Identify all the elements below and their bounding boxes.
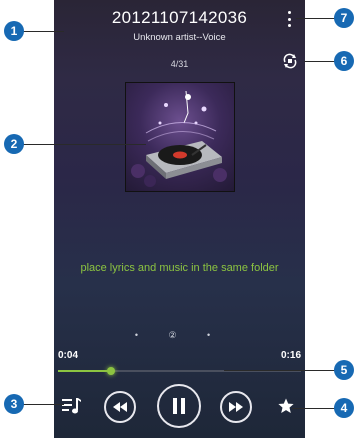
- callout-badge-7: 7: [334, 8, 354, 28]
- song-title: 20121107142036: [111, 8, 248, 27]
- playback-controls: [54, 384, 305, 428]
- previous-icon: [113, 402, 127, 412]
- previous-button[interactable]: [104, 391, 136, 423]
- callout-line-6: [304, 61, 338, 62]
- callout-line-7: [296, 18, 336, 19]
- total-time: 0:16: [280, 350, 301, 361]
- repeat-icon[interactable]: [282, 53, 298, 69]
- callout-badge-2: 2: [4, 134, 24, 154]
- callout-line-4: [292, 408, 338, 409]
- track-position: 4/31: [170, 59, 189, 69]
- play-pause-button[interactable]: [157, 384, 201, 428]
- star-icon[interactable]: [278, 398, 294, 414]
- music-player-screen: 20121107142036 Unknown artist--Voice 4/3…: [54, 0, 305, 438]
- callout-badge-3: 3: [4, 394, 24, 414]
- next-button[interactable]: [220, 391, 252, 423]
- progress-fill: [58, 370, 112, 372]
- callout-badge-6: 6: [334, 51, 354, 71]
- callout-badge-4: 4: [334, 398, 354, 418]
- pause-icon: [173, 398, 185, 414]
- callout-line-1: [20, 31, 64, 32]
- artist-album-line: Unknown artist--Voice: [133, 32, 226, 43]
- callout-badge-1: 1: [4, 21, 24, 41]
- progress-thumb[interactable]: [107, 367, 116, 375]
- callout-line-3: [20, 404, 64, 405]
- album-art[interactable]: [125, 82, 235, 192]
- next-icon: [229, 402, 243, 412]
- callout-badge-5: 5: [334, 360, 354, 380]
- callout-line-2: [20, 144, 146, 145]
- more-options-icon[interactable]: [283, 9, 295, 29]
- turntable-icon: [131, 90, 227, 187]
- playlist-icon[interactable]: [62, 397, 82, 415]
- current-time: 0:04: [58, 350, 79, 361]
- callout-line-5: [224, 370, 338, 371]
- lyrics-message: place lyrics and music in the same folde…: [80, 262, 279, 274]
- page-indicator[interactable]: • ② •: [54, 330, 305, 341]
